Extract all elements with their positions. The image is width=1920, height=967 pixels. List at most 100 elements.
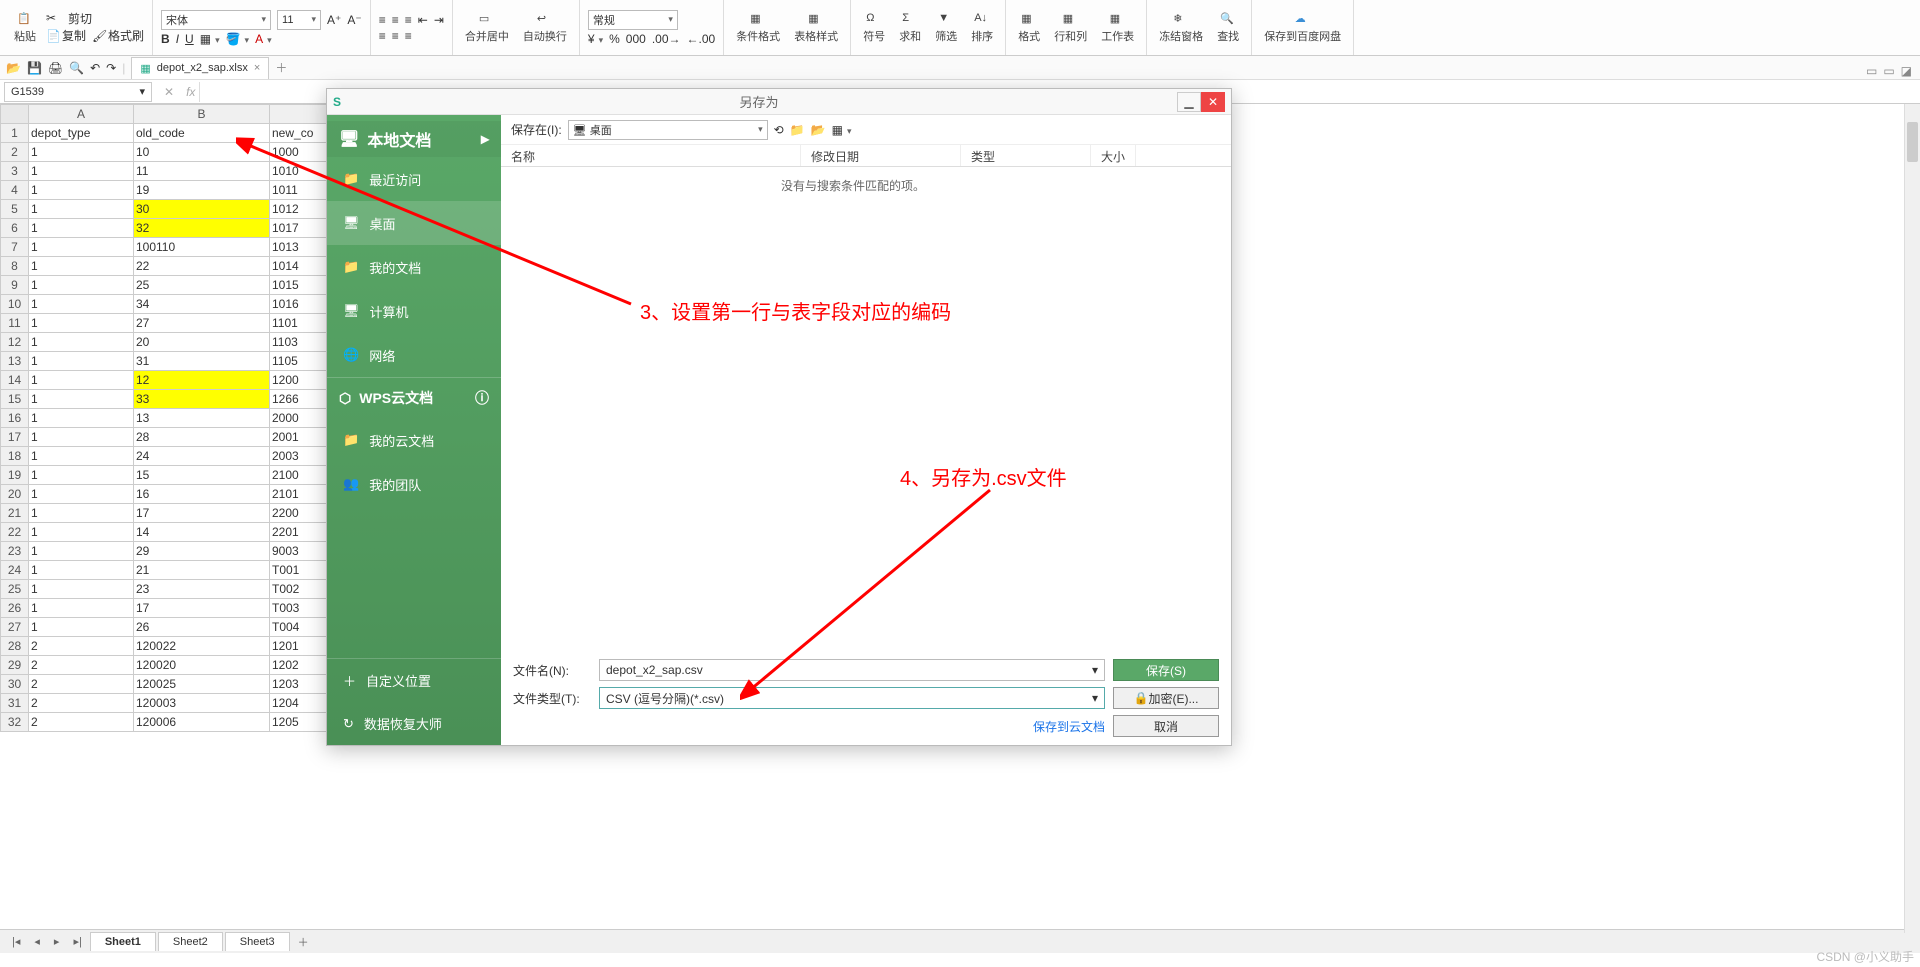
- align-mid-icon[interactable]: ≡: [392, 13, 399, 27]
- savein-combo[interactable]: 🖥 桌面: [568, 120, 768, 140]
- new-tab-button[interactable]: ＋: [275, 59, 287, 76]
- sidebar-recover[interactable]: ↻数据恢复大师: [327, 702, 501, 745]
- file-list-empty: 没有与搜索条件匹配的项。: [501, 167, 1231, 651]
- name-box[interactable]: G1539▾: [4, 82, 152, 102]
- qat-undo-icon[interactable]: ↶: [90, 61, 100, 75]
- view-icon[interactable]: ▦: [832, 123, 852, 137]
- filename-input[interactable]: depot_x2_sap.csv▾: [599, 659, 1105, 681]
- filename-label: 文件名(N):: [513, 662, 591, 679]
- qat-save-icon[interactable]: 💾: [27, 61, 42, 75]
- font-name-combo[interactable]: 宋体: [161, 10, 271, 30]
- up-icon[interactable]: 📁: [790, 123, 805, 137]
- dec-decimal-icon[interactable]: ←.00: [687, 32, 716, 46]
- cond-format-button[interactable]: ▦条件格式: [732, 12, 784, 44]
- rows-cols-button[interactable]: ▦行和列: [1050, 12, 1091, 44]
- increase-font-icon[interactable]: A⁺: [327, 13, 341, 27]
- filetype-combo[interactable]: CSV (逗号分隔)(*.csv)▾: [599, 687, 1105, 709]
- currency-icon[interactable]: ¥: [588, 32, 603, 46]
- back-icon[interactable]: ⟲: [774, 123, 784, 137]
- find-button[interactable]: 🔍查找: [1213, 12, 1243, 44]
- sidebar-item-computer[interactable]: 🖥计算机: [327, 289, 501, 333]
- align-bot-icon[interactable]: ≡: [405, 13, 412, 27]
- encrypt-button[interactable]: 🔒加密(E)...: [1113, 687, 1219, 709]
- ri3-icon[interactable]: ◪: [1901, 64, 1912, 78]
- italic-button[interactable]: I: [176, 32, 179, 46]
- font-size-combo[interactable]: 11: [277, 10, 321, 30]
- align-left-icon[interactable]: ≡: [379, 29, 386, 43]
- dialog-close-icon[interactable]: ✕: [1201, 92, 1225, 112]
- inc-decimal-icon[interactable]: .00→: [652, 32, 681, 46]
- worksheet-button[interactable]: ▦工作表: [1097, 12, 1138, 44]
- filter-button[interactable]: ▼筛选: [931, 12, 961, 44]
- folder-icon: 📁: [343, 259, 359, 275]
- sheet-nav-last[interactable]: ▸|: [67, 935, 87, 948]
- merge-center-button[interactable]: ▭合并居中: [461, 12, 513, 44]
- save-button[interactable]: 保存(S): [1113, 659, 1219, 681]
- qat-open-icon[interactable]: 📂: [6, 61, 21, 75]
- qat-print-icon[interactable]: 🖨: [48, 61, 63, 75]
- save-cloud-link[interactable]: 保存到云文档: [599, 718, 1105, 735]
- wps-logo-icon: S: [333, 95, 341, 109]
- sidebar-item-docs[interactable]: 📁我的文档: [327, 245, 501, 289]
- fx-icon[interactable]: fx: [182, 85, 199, 99]
- paste-button[interactable]: 📋粘贴: [10, 12, 40, 44]
- folder-icon: 📁: [343, 171, 359, 187]
- newfolder-icon[interactable]: 📂: [811, 123, 826, 137]
- copy-button[interactable]: 📄复制: [46, 27, 86, 45]
- sort-button[interactable]: A↓排序: [967, 12, 997, 44]
- sidebar-item-team[interactable]: 👥我的团队: [327, 462, 501, 506]
- table-style-button[interactable]: ▦表格样式: [790, 12, 842, 44]
- computer-icon: 🖥: [343, 303, 360, 319]
- align-top-icon[interactable]: ≡: [379, 13, 386, 27]
- ri1-icon[interactable]: ▭: [1866, 64, 1877, 78]
- sheet-tab-2[interactable]: Sheet2: [158, 932, 223, 951]
- desktop-icon: 🖥: [343, 215, 360, 231]
- indent-dec-icon[interactable]: ⇤: [418, 13, 428, 27]
- vertical-scrollbar[interactable]: [1904, 104, 1920, 933]
- format-painter-button[interactable]: 🖌格式刷: [92, 27, 144, 45]
- freeze-button[interactable]: ❄冻结窗格: [1155, 12, 1207, 44]
- underline-button[interactable]: U: [185, 32, 194, 46]
- sidebar-item-recent[interactable]: 📁最近访问: [327, 157, 501, 201]
- wrap-text-button[interactable]: ↩自动换行: [519, 12, 571, 44]
- sheet-nav-next[interactable]: ▸: [48, 935, 66, 948]
- sidebar-local-header: 🖥本地文档▸: [327, 121, 501, 157]
- cut-button[interactable]: ✂剪切: [46, 10, 144, 27]
- watermark: CSDN @小义助手: [1816, 948, 1914, 965]
- monitor-icon: 🖥: [339, 129, 359, 149]
- close-tab-icon[interactable]: ×: [254, 62, 260, 74]
- sidebar-item-cloud-docs[interactable]: 📁我的云文档: [327, 418, 501, 462]
- decrease-font-icon[interactable]: A⁻: [347, 13, 361, 27]
- font-color-button[interactable]: A: [255, 32, 272, 46]
- sheet-nav-prev[interactable]: ◂: [28, 935, 46, 948]
- qat-preview-icon[interactable]: 🔍: [69, 61, 84, 75]
- align-center-icon[interactable]: ≡: [392, 29, 399, 43]
- cloud-save-button[interactable]: ☁保存到百度网盘: [1260, 12, 1345, 44]
- sidebar-item-desktop[interactable]: 🖥桌面: [327, 201, 501, 245]
- fill-color-button[interactable]: 🪣: [226, 32, 249, 46]
- sidebar-item-network[interactable]: 🌐网络: [327, 333, 501, 377]
- align-right-icon[interactable]: ≡: [405, 29, 412, 43]
- fx-cancel-icon[interactable]: ✕: [156, 85, 182, 99]
- symbol-button[interactable]: Ω符号: [859, 12, 889, 44]
- border-button[interactable]: ▦: [200, 32, 220, 46]
- sheet-tabs-bar: |◂ ◂ ▸ ▸| Sheet1 Sheet2 Sheet3 ＋: [0, 929, 1920, 953]
- qat-redo-icon[interactable]: ↷: [106, 61, 116, 75]
- ri2-icon[interactable]: ▭: [1883, 64, 1894, 78]
- cancel-button[interactable]: 取消: [1113, 715, 1219, 737]
- bold-button[interactable]: B: [161, 32, 170, 46]
- number-format-combo[interactable]: 常规: [588, 10, 678, 30]
- sum-button[interactable]: Σ求和: [895, 12, 925, 44]
- indent-inc-icon[interactable]: ⇥: [434, 13, 444, 27]
- savein-label: 保存在(I):: [511, 121, 562, 138]
- sheet-tab-3[interactable]: Sheet3: [225, 932, 290, 951]
- sheet-nav-first[interactable]: |◂: [6, 935, 26, 948]
- format-button[interactable]: ▦格式: [1014, 12, 1044, 44]
- sidebar-custom-loc[interactable]: ＋自定义位置: [327, 659, 501, 702]
- comma-icon[interactable]: 000: [626, 32, 646, 46]
- sheet-tab-1[interactable]: Sheet1: [90, 932, 156, 951]
- file-tab[interactable]: ▦ depot_x2_sap.xlsx ×: [131, 57, 269, 79]
- percent-icon[interactable]: %: [609, 32, 620, 46]
- sheet-add[interactable]: ＋: [292, 934, 315, 950]
- dialog-min-icon[interactable]: ▁: [1177, 92, 1201, 112]
